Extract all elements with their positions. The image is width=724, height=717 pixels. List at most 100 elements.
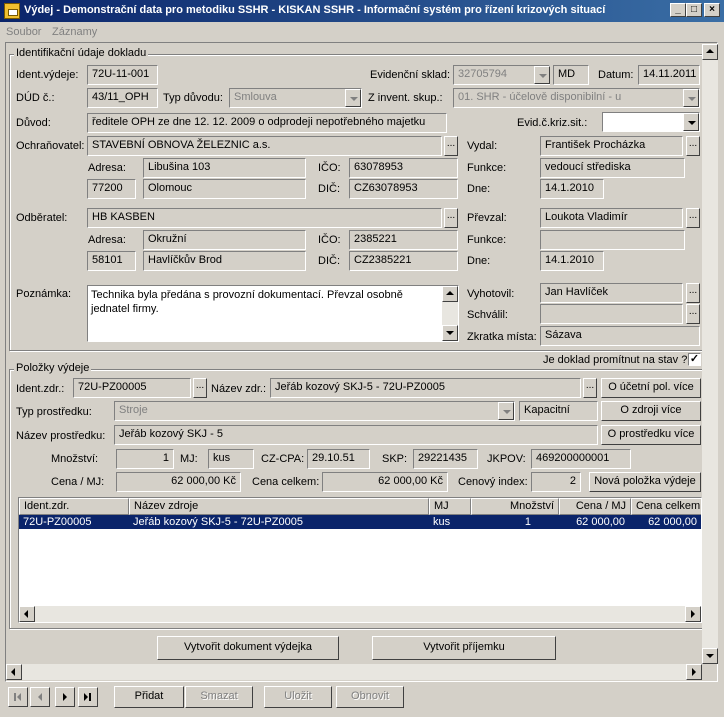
grid-scroll-left-icon[interactable]	[19, 606, 35, 622]
vytvorit-prijemka-button[interactable]: Vytvořit příjemku	[372, 636, 556, 660]
skp-field[interactable]: 29221435	[413, 449, 478, 469]
nazev-prostredku-field[interactable]: Jeřáb kozový SKJ - 5	[114, 425, 598, 445]
kapacitni-field[interactable]: Kapacitní	[519, 401, 598, 421]
close-button[interactable]: ×	[704, 3, 720, 17]
menu-zaznamy[interactable]: Záznamy	[52, 26, 97, 38]
nav-first-icon[interactable]	[8, 687, 28, 707]
duvod-field[interactable]: ředitele OPH ze dne 12. 12. 2009 o odpro…	[87, 113, 447, 133]
d-ulice-field[interactable]: Okružní	[143, 230, 306, 250]
nazev-zdr-field[interactable]: Jeřáb kozový SKJ-5 - 72U-PZ0005	[270, 378, 581, 398]
ucetni-pol-button[interactable]: O účetní pol. více	[601, 378, 701, 398]
form-scroll-up-icon[interactable]	[702, 44, 718, 60]
evid-sklad-dropdown-icon[interactable]	[534, 66, 550, 84]
nova-polozka-button[interactable]: Nová položka výdeje	[589, 472, 701, 492]
col-cena-celkem[interactable]: Cena celkem	[631, 498, 701, 515]
d-ico-field[interactable]: 2385221	[349, 230, 458, 250]
obnovit-button[interactable]: Obnovit	[336, 686, 404, 708]
col-mnozstvi[interactable]: Množství	[471, 498, 559, 515]
form-vscrollbar[interactable]	[702, 44, 718, 664]
items-grid[interactable]: Ident.zdr. Název zdroje MJ Množství Cena…	[18, 497, 702, 623]
smazat-button[interactable]: Smazat	[185, 686, 253, 708]
poznamka-scroll-up-icon[interactable]	[442, 286, 458, 302]
prevzal-lookup-button[interactable]: ...	[686, 208, 700, 228]
o-dic-field[interactable]: CZ63078953	[349, 179, 458, 199]
grid-scroll-right-icon[interactable]	[685, 606, 701, 622]
prevzal-field[interactable]: Loukota Vladimír	[540, 208, 683, 228]
o-ico-field[interactable]: 63078953	[349, 158, 458, 178]
nav-prev-icon[interactable]	[30, 687, 50, 707]
ident-vydeje-label: Ident.výdeje:	[16, 69, 79, 81]
schvalil-lookup-button[interactable]: ...	[686, 304, 700, 324]
vyhotovil-lookup-button[interactable]: ...	[686, 283, 700, 303]
nav-last-icon[interactable]	[78, 687, 98, 707]
odberatel-lookup-button[interactable]: ...	[444, 208, 458, 228]
vydal-dne-field[interactable]: 14.1.2010	[540, 179, 604, 199]
vydal-lookup-button[interactable]: ...	[686, 136, 700, 156]
poznamka-textarea[interactable]: Technika byla předána s provozní dokumen…	[87, 285, 459, 342]
form-hscrollbar[interactable]	[6, 664, 702, 680]
dud-field[interactable]: 43/11_OPH	[87, 88, 158, 108]
table-row[interactable]: 72U-PZ00005 Jeřáb kozový SKJ-5 - 72U-PZ0…	[19, 515, 701, 529]
typ-duvodu-select[interactable]: Smlouva	[229, 88, 362, 108]
typ-prostredku-dropdown-icon[interactable]	[498, 402, 514, 420]
sklad-mj-field[interactable]: MD	[553, 65, 589, 85]
ochranovatel-lookup-button[interactable]: ...	[444, 136, 458, 156]
ident-zdr-field[interactable]: 72U-PZ00005	[73, 378, 191, 398]
datum-field[interactable]: 14.11.2011	[638, 65, 700, 85]
cpa-field[interactable]: 29.10.51	[307, 449, 370, 469]
form-scroll-right-icon[interactable]	[686, 664, 702, 680]
pridat-button[interactable]: Přidat	[114, 686, 184, 708]
zkratka-field[interactable]: Sázava	[540, 326, 700, 346]
ochranovatel-field[interactable]: STAVEBNÍ OBNOVA ŽELEZNIC a.s.	[87, 136, 442, 156]
ident-vydeje-field[interactable]: 72U-11-001	[87, 65, 158, 85]
jkpov-field[interactable]: 469200000001	[531, 449, 631, 469]
prevzal-funkce-field[interactable]	[540, 230, 685, 250]
prevzal-dne-field[interactable]: 14.1.2010	[540, 251, 604, 271]
vydal-field[interactable]: František Procházka	[540, 136, 683, 156]
poznamka-scroll-down-icon[interactable]	[442, 325, 458, 341]
d-dic-field[interactable]: CZ2385221	[349, 251, 458, 271]
zdroji-button[interactable]: O zdroji více	[601, 401, 701, 421]
mj-field[interactable]: kus	[208, 449, 254, 469]
vytvorit-vydejka-button[interactable]: Vytvořit dokument výdejka	[157, 636, 339, 660]
form-scroll-left-icon[interactable]	[6, 664, 22, 680]
nav-next-icon[interactable]	[55, 687, 75, 707]
ulozit-button[interactable]: Uložit	[264, 686, 332, 708]
cena-mj-field[interactable]: 62 000,00 Kč	[116, 472, 241, 492]
mnozstvi-field[interactable]: 1	[116, 449, 174, 469]
d-mesto-field[interactable]: Havlíčkův Brod	[143, 251, 306, 271]
typ-prostredku-select[interactable]: Stroje	[114, 401, 515, 421]
z-invent-dropdown-icon[interactable]	[683, 89, 699, 107]
cena-celkem-field[interactable]: 62 000,00 Kč	[322, 472, 448, 492]
cenovy-index-field[interactable]: 2	[531, 472, 581, 492]
promitnut-checkbox[interactable]: ✓	[688, 353, 701, 366]
typ-duvodu-dropdown-icon[interactable]	[345, 89, 361, 107]
d-psc-field[interactable]: 58101	[87, 251, 136, 271]
col-nazev-zdroje[interactable]: Název zdroje	[129, 498, 429, 515]
o-psc-field[interactable]: 77200	[87, 179, 136, 199]
grid-hscrollbar[interactable]	[19, 606, 701, 622]
minimize-button[interactable]: _	[670, 3, 686, 17]
z-invent-select[interactable]: 01. SHR - účelově disponibilní - u	[453, 88, 700, 108]
nazev-zdr-lookup-button[interactable]: ...	[583, 378, 597, 398]
col-cena-mj[interactable]: Cena / MJ	[559, 498, 631, 515]
odberatel-field[interactable]: HB KASBEN	[87, 208, 442, 228]
prostredku-button[interactable]: O prostředku více	[601, 425, 701, 445]
col-mj[interactable]: MJ	[429, 498, 471, 515]
vydal-funkce-field[interactable]: vedoucí střediska	[540, 158, 685, 178]
ident-zdr-lookup-button[interactable]: ...	[193, 378, 207, 398]
o-ulice-field[interactable]: Libušina 103	[143, 158, 306, 178]
col-ident-zdr[interactable]: Ident.zdr.	[19, 498, 129, 515]
row-mj: kus	[433, 516, 451, 528]
vyhotovil-field[interactable]: Jan Havlíček	[540, 283, 683, 303]
menu-soubor[interactable]: Soubor	[6, 26, 41, 38]
maximize-button[interactable]: □	[686, 3, 702, 17]
form-scroll-down-icon[interactable]	[702, 648, 718, 664]
typ-prostredku-label: Typ prostředku:	[16, 406, 92, 418]
schvalil-field[interactable]	[540, 304, 683, 324]
dud-label: DÚD č.:	[16, 92, 55, 104]
evid-kriz-dropdown-icon[interactable]	[683, 113, 699, 131]
o-mesto-field[interactable]: Olomouc	[143, 179, 306, 199]
poznamka-scrollbar[interactable]	[442, 286, 458, 341]
prevzal-dne-label: Dne:	[467, 255, 491, 267]
